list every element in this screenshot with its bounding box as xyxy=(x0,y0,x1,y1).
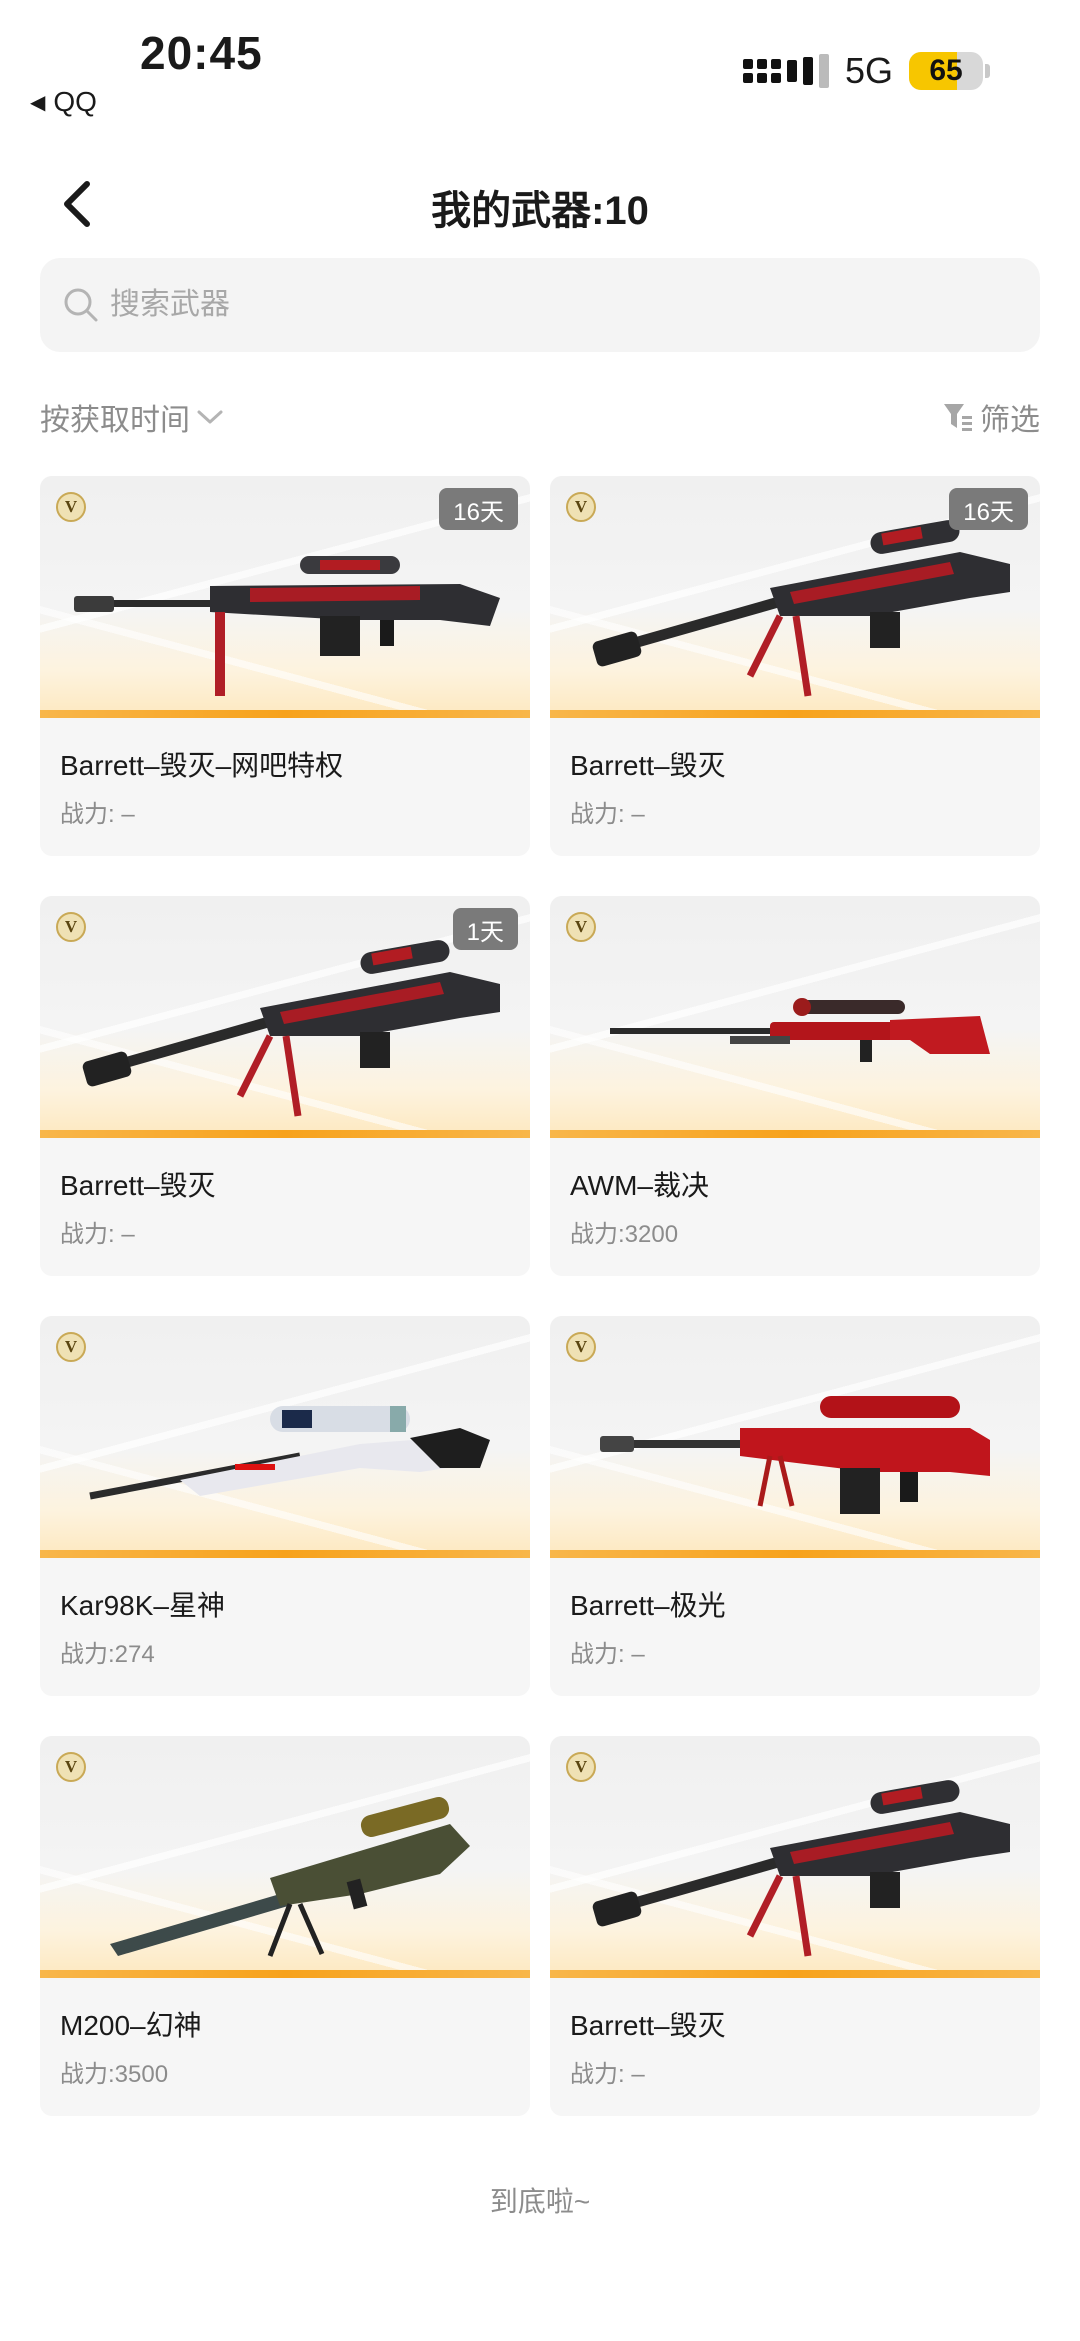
weapon-power: 战力: – xyxy=(60,1221,135,1248)
weapon-image: V xyxy=(550,1316,1040,1558)
signal-icon xyxy=(742,54,829,88)
status-indicators: 5G 65 xyxy=(742,50,990,92)
weapon-image: V xyxy=(550,1736,1040,1978)
weapon-card[interactable]: V 16天 Barrett–毁灭–网吧特权 战力: – xyxy=(40,476,530,856)
battery-icon: 65 xyxy=(909,52,983,90)
weapon-card[interactable]: V 16天 Barrett–毁灭 战力: – xyxy=(550,476,1040,856)
weapon-name: M200–幻神 xyxy=(60,2010,202,2041)
weapon-card[interactable]: V Barrett–毁灭 战力: – xyxy=(550,1736,1040,2116)
v-badge-icon: V xyxy=(56,492,86,522)
rarity-bar xyxy=(40,1130,530,1138)
status-bar: 20:45 ◀ QQ 5G 65 xyxy=(0,0,1080,130)
weapon-name: Barrett–毁灭 xyxy=(570,2010,726,2041)
rarity-bar xyxy=(550,1550,1040,1558)
duration-tag: 16天 xyxy=(439,488,518,530)
weapon-name: Barrett–毁灭 xyxy=(570,750,726,781)
battery-level: 65 xyxy=(929,54,963,87)
rarity-bar xyxy=(40,1550,530,1558)
weapon-power: 战力: – xyxy=(570,1641,645,1668)
v-badge-icon: V xyxy=(56,1332,86,1362)
weapon-name: Barrett–毁灭–网吧特权 xyxy=(60,750,344,781)
weapon-card[interactable]: V M200–幻神 战力:3500 xyxy=(40,1736,530,2116)
duration-tag: 16天 xyxy=(949,488,1028,530)
weapon-name: Barrett–极光 xyxy=(570,1590,726,1621)
back-to-app[interactable]: ◀ QQ xyxy=(30,86,97,118)
weapon-image: V xyxy=(550,896,1040,1138)
v-badge-icon: V xyxy=(566,492,596,522)
weapon-grid: V 16天 Barrett–毁灭–网吧特权 战力: – V 16天 Barret… xyxy=(40,476,1040,2116)
search-icon xyxy=(60,284,102,326)
search-bar[interactable] xyxy=(40,258,1040,352)
rarity-bar xyxy=(550,710,1040,718)
weapon-power: 战力:3200 xyxy=(570,1221,679,1248)
back-triangle-icon: ◀ xyxy=(30,91,46,114)
v-badge-icon: V xyxy=(56,912,86,942)
rarity-bar xyxy=(40,1970,530,1978)
v-badge-icon: V xyxy=(56,1752,86,1782)
nav-header: 我的武器:10 xyxy=(0,160,1080,250)
back-app-label: QQ xyxy=(53,86,97,117)
rarity-bar xyxy=(550,1970,1040,1978)
weapon-image: V xyxy=(40,1736,530,1978)
status-time: 20:45 xyxy=(140,27,263,79)
rarity-bar xyxy=(40,710,530,718)
weapon-power: 战力: – xyxy=(570,801,645,828)
filter-button[interactable]: 筛选 xyxy=(942,395,1040,439)
weapon-card[interactable]: V Kar98K–星神 战力:274 xyxy=(40,1316,530,1696)
end-of-list-text: 到底啦~ xyxy=(489,2186,591,2217)
weapon-card[interactable]: V Barrett–极光 战力: – xyxy=(550,1316,1040,1696)
weapon-power: 战力:3500 xyxy=(60,2061,169,2088)
sort-dropdown[interactable]: 按获取时间 xyxy=(40,395,224,439)
sort-row: 按获取时间 筛选 xyxy=(40,392,1040,442)
weapon-image: V 16天 xyxy=(550,476,1040,718)
weapon-image: V 1天 xyxy=(40,896,530,1138)
weapon-name: AWM–裁决 xyxy=(570,1170,709,1201)
v-badge-icon: V xyxy=(566,1332,596,1362)
filter-icon xyxy=(944,404,972,431)
weapon-name: Kar98K–星神 xyxy=(60,1590,225,1621)
filter-label: 筛选 xyxy=(980,404,1040,437)
v-badge-icon: V xyxy=(566,1752,596,1782)
weapon-card[interactable]: V AWM–裁决 战力:3200 xyxy=(550,896,1040,1276)
rarity-bar xyxy=(550,1130,1040,1138)
weapon-name: Barrett–毁灭 xyxy=(60,1170,216,1201)
chevron-down-icon xyxy=(197,410,223,424)
weapon-image: V 16天 xyxy=(40,476,530,718)
page-title: 我的武器:10 xyxy=(431,189,649,233)
weapon-power: 战力:274 xyxy=(60,1641,155,1668)
network-type: 5G xyxy=(844,50,893,91)
sort-label: 按获取时间 xyxy=(40,404,190,437)
v-badge-icon: V xyxy=(566,912,596,942)
weapon-power: 战力: – xyxy=(570,2061,645,2088)
weapon-card[interactable]: V 1天 Barrett–毁灭 战力: – xyxy=(40,896,530,1276)
search-input[interactable] xyxy=(110,288,1010,322)
duration-tag: 1天 xyxy=(452,908,518,950)
weapon-power: 战力: – xyxy=(60,801,135,828)
weapon-image: V xyxy=(40,1316,530,1558)
